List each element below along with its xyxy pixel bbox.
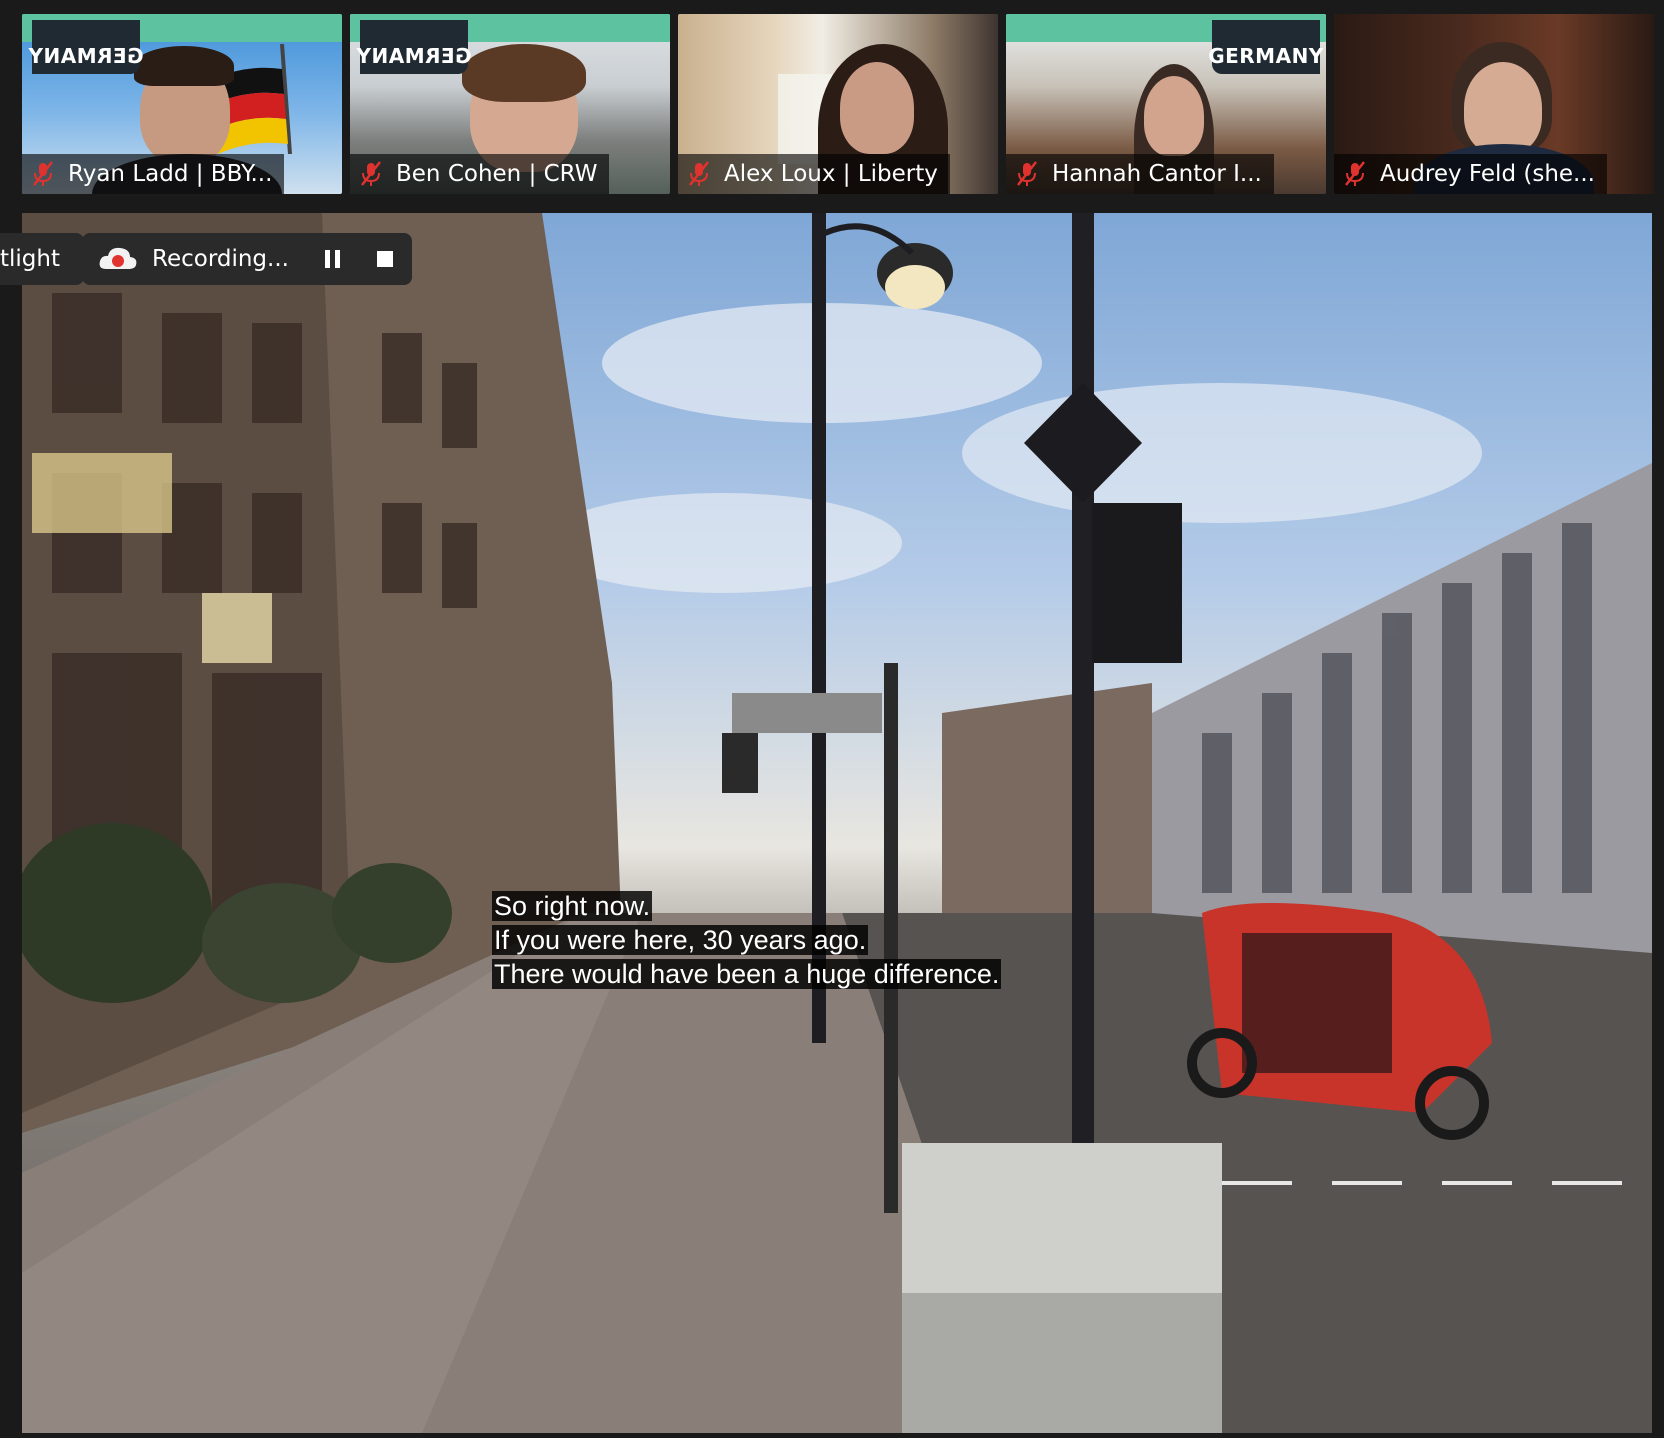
participant-face bbox=[1144, 76, 1204, 156]
participant-name-bar: Audrey Feld (she... bbox=[1334, 154, 1607, 194]
participant-tile[interactable]: GERMANY Ryan Ladd | BBY... bbox=[22, 14, 342, 194]
closed-captions: So right now. If you were here, 30 years… bbox=[492, 889, 1002, 991]
main-video: So right now. If you were here, 30 years… bbox=[22, 213, 1652, 1433]
mic-muted-icon bbox=[33, 161, 53, 186]
mic-muted-icon bbox=[361, 161, 381, 186]
participant-strip: GERMANY Ryan Ladd | BBY... GERMANY Ben C… bbox=[0, 0, 1664, 210]
participant-name-bar: Hannah Cantor I... bbox=[1006, 154, 1274, 194]
caption-line: If you were here, 30 years ago. bbox=[492, 925, 869, 955]
caption-line: There would have been a huge difference. bbox=[492, 959, 1002, 989]
participant-hair bbox=[134, 46, 234, 86]
participant-name: Audrey Feld (she... bbox=[1380, 161, 1595, 187]
mic-muted-icon bbox=[1017, 161, 1037, 186]
country-badge: GERMANY bbox=[356, 20, 472, 74]
spotlight-button[interactable]: tlight bbox=[0, 233, 84, 285]
participant-name-bar: Ryan Ladd | BBY... bbox=[22, 154, 285, 194]
cloud-recording-icon bbox=[99, 247, 137, 269]
participant-name: Ryan Ladd | BBY... bbox=[68, 161, 273, 187]
participant-name-bar: Ben Cohen | CRW bbox=[350, 154, 610, 194]
participant-tile[interactable]: GERMANY Hannah Cantor I... bbox=[1006, 14, 1326, 194]
mic-muted-icon bbox=[1345, 161, 1365, 186]
participant-name: Alex Loux | Liberty bbox=[724, 161, 938, 187]
recording-indicator: Recording... bbox=[82, 233, 412, 285]
participant-hair bbox=[462, 44, 586, 102]
participant-tile[interactable]: GERMANY Ben Cohen | CRW bbox=[350, 14, 670, 194]
pause-recording-button[interactable] bbox=[315, 241, 351, 277]
street-scene-image bbox=[22, 213, 1652, 1433]
participant-tile[interactable]: Audrey Feld (she... bbox=[1334, 14, 1654, 194]
participant-face-front bbox=[840, 62, 914, 154]
participant-tile[interactable]: Alex Loux | Liberty bbox=[678, 14, 998, 194]
mic-muted-icon bbox=[689, 161, 709, 186]
caption-line: So right now. bbox=[492, 891, 653, 921]
pause-icon bbox=[324, 250, 340, 268]
participant-name: Hannah Cantor I... bbox=[1052, 161, 1262, 187]
stop-recording-button[interactable] bbox=[367, 241, 403, 277]
recording-toolbar: tlight Recording... bbox=[0, 233, 412, 285]
country-badge: GERMANY bbox=[1208, 20, 1323, 74]
participant-name: Ben Cohen | CRW bbox=[396, 161, 598, 187]
country-badge: GERMANY bbox=[28, 20, 144, 74]
stop-icon bbox=[376, 251, 393, 267]
participant-name-bar: Alex Loux | Liberty bbox=[678, 154, 950, 194]
participant-face bbox=[1464, 62, 1542, 154]
recording-label: Recording... bbox=[152, 246, 289, 272]
